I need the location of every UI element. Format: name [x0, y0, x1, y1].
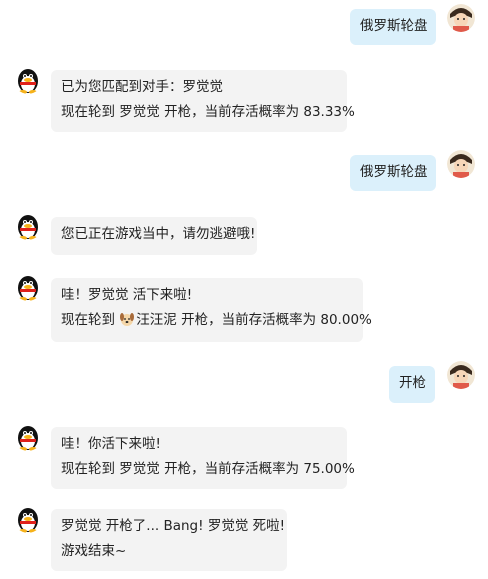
penguin-icon[interactable] — [14, 505, 42, 533]
message-text: 哇！你活下来啦! — [61, 436, 161, 452]
message-text: 罗觉觉 开枪了... Bang! 罗觉觉 死啦! — [61, 518, 286, 534]
bot-bubble[interactable]: 哇！罗觉觉 活下来啦! 现在轮到 汪汪泥 开枪，当前存活概率为 80.00% — [51, 278, 372, 342]
message-line: 现在轮到 汪汪泥 开枪，当前存活概率为 80.00% — [61, 308, 372, 333]
message-text: 俄罗斯轮盘 — [360, 164, 428, 180]
bot-bubble[interactable]: 哇！你活下来啦! 现在轮到 罗觉觉 开枪，当前存活概率为 75.00% — [51, 427, 355, 489]
message-text: 开枪 — [399, 375, 426, 391]
bot-bubble[interactable]: 您已正在游戏当中，请勿逃避哦! — [51, 217, 257, 255]
user-avatar[interactable] — [447, 4, 475, 32]
user-avatar[interactable] — [447, 150, 475, 178]
message-text: 现在轮到 罗觉觉 开枪，当前存活概率为 83.33% — [61, 104, 355, 120]
message-text: 哇！罗觉觉 活下来啦! — [61, 287, 193, 303]
bot-bubble[interactable]: 罗觉觉 开枪了... Bang! 罗觉觉 死啦! 游戏结束~ — [51, 509, 287, 571]
user-avatar[interactable] — [447, 361, 475, 389]
penguin-icon[interactable] — [14, 66, 42, 94]
user-bubble[interactable]: 俄罗斯轮盘 — [350, 9, 436, 45]
message-text: 现在轮到 — [61, 312, 115, 328]
message-text: 已为您匹配到对手：罗觉觉 — [61, 79, 223, 95]
message-text: 俄罗斯轮盘 — [360, 18, 428, 34]
bot-bubble[interactable]: 已为您匹配到对手：罗觉觉 现在轮到 罗觉觉 开枪，当前存活概率为 83.33% — [51, 70, 355, 132]
message-text: 现在轮到 罗觉觉 开枪，当前存活概率为 75.00% — [61, 461, 355, 477]
user-bubble[interactable]: 俄罗斯轮盘 — [350, 155, 436, 191]
message-text: 游戏结束~ — [61, 543, 127, 559]
penguin-icon[interactable] — [14, 423, 42, 451]
message-text: 您已正在游戏当中，请勿逃避哦! — [61, 226, 256, 242]
dog-emoji-icon — [120, 313, 135, 326]
user-bubble[interactable]: 开枪 — [389, 366, 435, 403]
penguin-icon[interactable] — [14, 212, 42, 240]
penguin-icon[interactable] — [14, 273, 42, 301]
message-text: 汪汪泥 开枪，当前存活概率为 80.00% — [136, 312, 372, 328]
